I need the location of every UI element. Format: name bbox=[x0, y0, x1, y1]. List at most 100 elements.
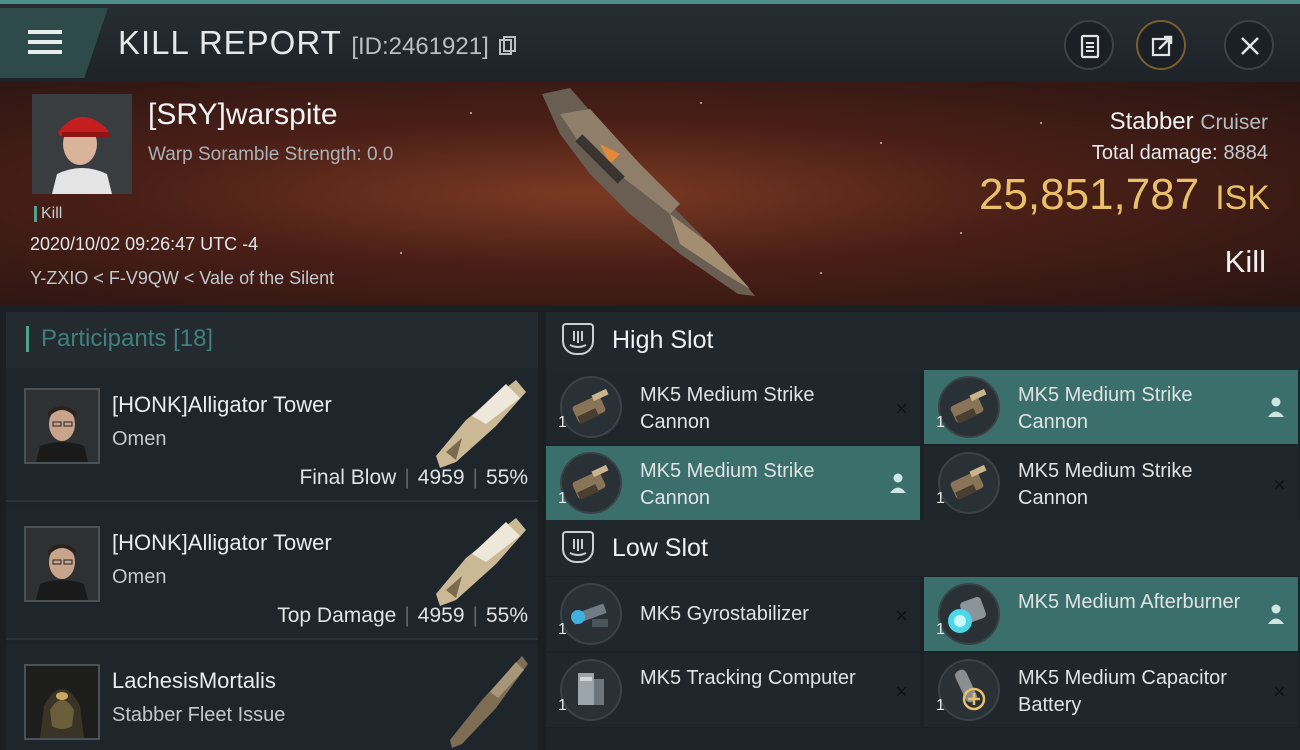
participant-damage: 4959 bbox=[417, 604, 465, 627]
module-item[interactable]: 1 MK5 Tracking Computer × bbox=[546, 653, 920, 727]
module-item[interactable]: 1 MK5 Medium Strike Cannon bbox=[924, 370, 1298, 444]
participant-row[interactable]: [HONK]Alligator Tower Omen Final Blow | 49… bbox=[6, 368, 538, 502]
person-glyph bbox=[1268, 604, 1284, 624]
share-icon bbox=[1151, 35, 1173, 57]
victim-avatar[interactable] bbox=[32, 94, 132, 194]
victim-name[interactable]: [SRY]warspite bbox=[148, 98, 338, 132]
tracking-computer-glyph bbox=[578, 673, 604, 705]
capacitor-battery-icon bbox=[938, 659, 1000, 721]
participants-header[interactable]: Participants [18] bbox=[6, 312, 538, 368]
module-name: MK5 Medium Capacitor Battery bbox=[1018, 667, 1227, 716]
close-button[interactable] bbox=[1224, 20, 1274, 70]
victim-ship-image bbox=[542, 88, 755, 296]
victim-banner: [SRY]warspite Warp Soramble Strength: 0.… bbox=[0, 82, 1300, 306]
total-damage-value: 8884 bbox=[1223, 142, 1269, 164]
victim-ship-class: Cruiser bbox=[1200, 111, 1268, 134]
participant-portrait bbox=[26, 528, 98, 600]
participant-role: Top Damage bbox=[277, 604, 397, 627]
menu-button[interactable] bbox=[0, 8, 108, 78]
module-item[interactable]: 1 MK5 Medium Strike Cannon bbox=[546, 446, 920, 520]
module-item[interactable]: 1 MK5 Medium Strike Cannon × bbox=[924, 446, 1298, 520]
participant-avatar bbox=[24, 388, 100, 464]
participant-ship: Omen bbox=[112, 566, 167, 588]
participant-role: Final Blow bbox=[299, 466, 397, 489]
top-bar: KILL REPORT [ID:2461921] bbox=[0, 0, 1300, 82]
total-damage: Total damage: 8884 bbox=[1092, 142, 1268, 165]
module-quantity: 1 bbox=[558, 414, 567, 431]
gyrostabilizer-icon bbox=[560, 583, 622, 645]
module-item[interactable]: 1 MK5 Gyrostabilizer × bbox=[546, 577, 920, 651]
separator: | bbox=[404, 604, 410, 627]
report-id: [ID:2461921] bbox=[351, 33, 489, 60]
participant-portrait bbox=[26, 390, 98, 462]
participant-ship-image bbox=[436, 518, 526, 606]
kill-tag: Kill bbox=[34, 206, 62, 222]
separator: | bbox=[404, 466, 410, 489]
low-slot-label: Low Slot bbox=[612, 534, 708, 562]
module-name: MK5 Gyrostabilizer bbox=[640, 603, 809, 625]
module-item[interactable]: 1 MK5 Medium Strike Cannon × bbox=[546, 370, 920, 444]
gyrostabilizer-glyph bbox=[571, 603, 608, 627]
menu-icon-bar bbox=[28, 50, 62, 54]
menu-icon-bar bbox=[28, 40, 62, 44]
participant-name: [HONK]Alligator Tower bbox=[112, 530, 332, 555]
warp-scramble-strength: Warp Soramble Strength: 0.0 bbox=[148, 144, 394, 165]
high-slot-header: High Slot bbox=[546, 312, 1300, 372]
participant-percent: 55% bbox=[485, 466, 528, 489]
title-text: KILL REPORT bbox=[118, 24, 342, 61]
participant-damage: 4959 bbox=[417, 466, 465, 489]
cannon-glyph bbox=[950, 464, 987, 500]
participant-stats: Top Damage | 4959 | 55% bbox=[277, 604, 528, 628]
kill-datetime: 2020/10/02 09:26:47 UTC -4 bbox=[30, 234, 259, 254]
module-name: MK5 Medium Strike Cannon bbox=[1018, 384, 1193, 433]
x-icon: × bbox=[1273, 472, 1286, 497]
module-item[interactable]: 1 MK5 Medium Capacitor Battery × bbox=[924, 653, 1298, 727]
cannon-glyph bbox=[572, 464, 609, 500]
x-icon: × bbox=[895, 396, 908, 421]
low-slot-header: Low Slot bbox=[546, 520, 1300, 576]
module-quantity: 1 bbox=[936, 697, 945, 714]
isk-unit: ISK bbox=[1215, 179, 1270, 217]
slot-icon bbox=[562, 323, 594, 355]
module-name: MK5 Medium Strike Cannon bbox=[1018, 460, 1193, 509]
tracking-computer-icon bbox=[560, 659, 622, 721]
module-quantity: 1 bbox=[558, 697, 567, 714]
share-button[interactable] bbox=[1136, 20, 1186, 70]
x-icon: × bbox=[895, 679, 908, 704]
slot-glyph bbox=[569, 539, 587, 556]
slot-icon bbox=[562, 531, 594, 563]
separator: | bbox=[472, 466, 478, 489]
high-slot-label: High Slot bbox=[612, 326, 714, 354]
copy-icon[interactable] bbox=[498, 36, 517, 56]
cannon-glyph bbox=[572, 388, 609, 424]
x-icon: × bbox=[1273, 679, 1286, 704]
participant-row[interactable]: [HONK]Alligator Tower Omen Top Damage | 49… bbox=[6, 506, 538, 640]
cannon-glyph bbox=[950, 388, 987, 424]
cannon-icon bbox=[938, 376, 1000, 438]
participant-ship: Omen bbox=[112, 428, 167, 450]
isk-value: 25,851,787 bbox=[978, 170, 1200, 219]
capacitor-battery-glyph bbox=[955, 669, 986, 711]
participant-portrait bbox=[26, 666, 98, 738]
module-item[interactable]: 1 MK5 Medium Afterburner bbox=[924, 577, 1298, 651]
participants-label: Participants [18] bbox=[26, 326, 213, 352]
cannon-icon bbox=[560, 376, 622, 438]
cannon-icon bbox=[938, 452, 1000, 514]
victim-ship-name: Stabber bbox=[1109, 108, 1194, 135]
participant-percent: 55% bbox=[485, 604, 528, 627]
module-quantity: 1 bbox=[936, 490, 945, 507]
participant-row[interactable]: LachesisMortalis Stabber Fleet Issue bbox=[6, 644, 538, 750]
participant-ship: Stabber Fleet Issue bbox=[112, 704, 286, 726]
participants-count: [18] bbox=[173, 325, 214, 352]
kill-location: Y-ZXIO < F-V9QW < Vale of the Silent bbox=[30, 268, 335, 288]
participant-stats: Final Blow | 4959 | 55% bbox=[299, 466, 528, 490]
module-name: MK5 Medium Strike Cannon bbox=[640, 460, 815, 509]
module-quantity: 1 bbox=[558, 490, 567, 507]
person-icon bbox=[1266, 396, 1286, 424]
participant-ship-image bbox=[450, 656, 528, 748]
module-name: MK5 Medium Strike Cannon bbox=[640, 384, 815, 433]
separator: | bbox=[472, 604, 478, 627]
participants-label-text: Participants bbox=[41, 325, 167, 352]
close-icon bbox=[1241, 37, 1259, 55]
clipboard-button[interactable] bbox=[1064, 20, 1114, 70]
